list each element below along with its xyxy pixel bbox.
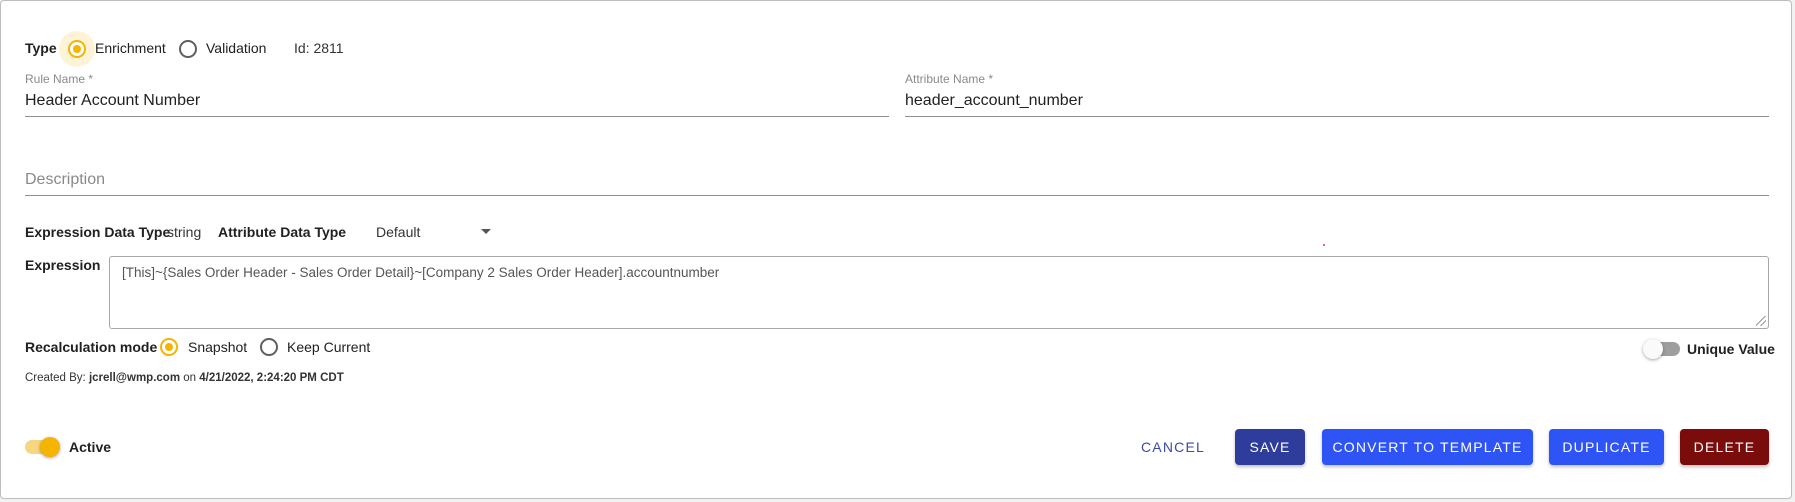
expression-textarea[interactable]: [This]~{Sales Order Header - Sales Order… xyxy=(109,256,1769,329)
recalc-snapshot-radio[interactable] xyxy=(160,338,178,356)
rule-name-underline xyxy=(25,116,889,117)
created-by-prefix: Created By: xyxy=(25,372,86,384)
type-validation-label[interactable]: Validation xyxy=(206,40,266,56)
created-on-word: on xyxy=(183,372,197,384)
created-by-line: Created By: jcrell@wmp.com on 4/21/2022,… xyxy=(25,372,344,384)
rule-name-label: Rule Name * xyxy=(25,72,94,86)
unique-value-thumb xyxy=(1643,339,1663,359)
active-thumb xyxy=(40,437,60,457)
expression-text: [This]~{Sales Order Header - Sales Order… xyxy=(122,265,720,280)
type-label: Type xyxy=(25,40,57,56)
rule-editor-panel: Type Enrichment Validation Id: 2811 Rule… xyxy=(0,0,1792,499)
type-enrichment-label[interactable]: Enrichment xyxy=(95,40,166,56)
rule-id: Id: 2811 xyxy=(294,40,344,56)
active-toggle[interactable] xyxy=(25,435,65,459)
cancel-button[interactable]: CANCEL xyxy=(1131,429,1215,465)
attribute-data-type-select[interactable]: Default xyxy=(376,219,498,245)
description-input[interactable]: Description xyxy=(25,171,105,189)
attribute-name-input[interactable]: header_account_number xyxy=(905,92,1083,110)
attribute-data-type-selected: Default xyxy=(376,224,421,240)
expression-data-type-value: string xyxy=(167,224,202,240)
created-by-user: jcrell@wmp.com xyxy=(88,372,181,384)
resize-grip-icon[interactable] xyxy=(1756,316,1766,326)
unique-value-label: Unique Value xyxy=(1687,341,1775,357)
unique-value-toggle[interactable] xyxy=(1643,337,1683,361)
description-underline xyxy=(25,195,1769,196)
recalc-keep-current-radio[interactable] xyxy=(260,338,278,356)
attribute-data-type-label: Attribute Data Type xyxy=(218,224,347,240)
recalc-snapshot-label[interactable]: Snapshot xyxy=(188,339,247,355)
rule-name-input[interactable]: Header Account Number xyxy=(25,92,200,110)
active-label: Active xyxy=(69,439,112,455)
red-dot-mark xyxy=(1323,244,1325,246)
created-timestamp: 4/21/2022, 2:24:20 PM CDT xyxy=(199,372,344,384)
type-enrichment-radio[interactable] xyxy=(68,40,86,58)
attribute-name-label: Attribute Name * xyxy=(905,72,994,86)
recalc-keep-current-label[interactable]: Keep Current xyxy=(287,339,370,355)
type-validation-radio[interactable] xyxy=(179,40,197,58)
convert-to-template-button[interactable]: CONVERT TO TEMPLATE xyxy=(1322,429,1533,465)
save-button[interactable]: SAVE xyxy=(1235,429,1305,465)
attribute-name-underline xyxy=(905,116,1769,117)
duplicate-button[interactable]: DUPLICATE xyxy=(1549,429,1664,465)
chevron-down-icon xyxy=(481,229,491,234)
delete-button[interactable]: DELETE xyxy=(1680,429,1769,465)
expression-data-type-label: Expression Data Type xyxy=(25,224,171,240)
recalculation-mode-label: Recalculation mode xyxy=(25,339,158,355)
expression-label: Expression xyxy=(25,257,101,273)
